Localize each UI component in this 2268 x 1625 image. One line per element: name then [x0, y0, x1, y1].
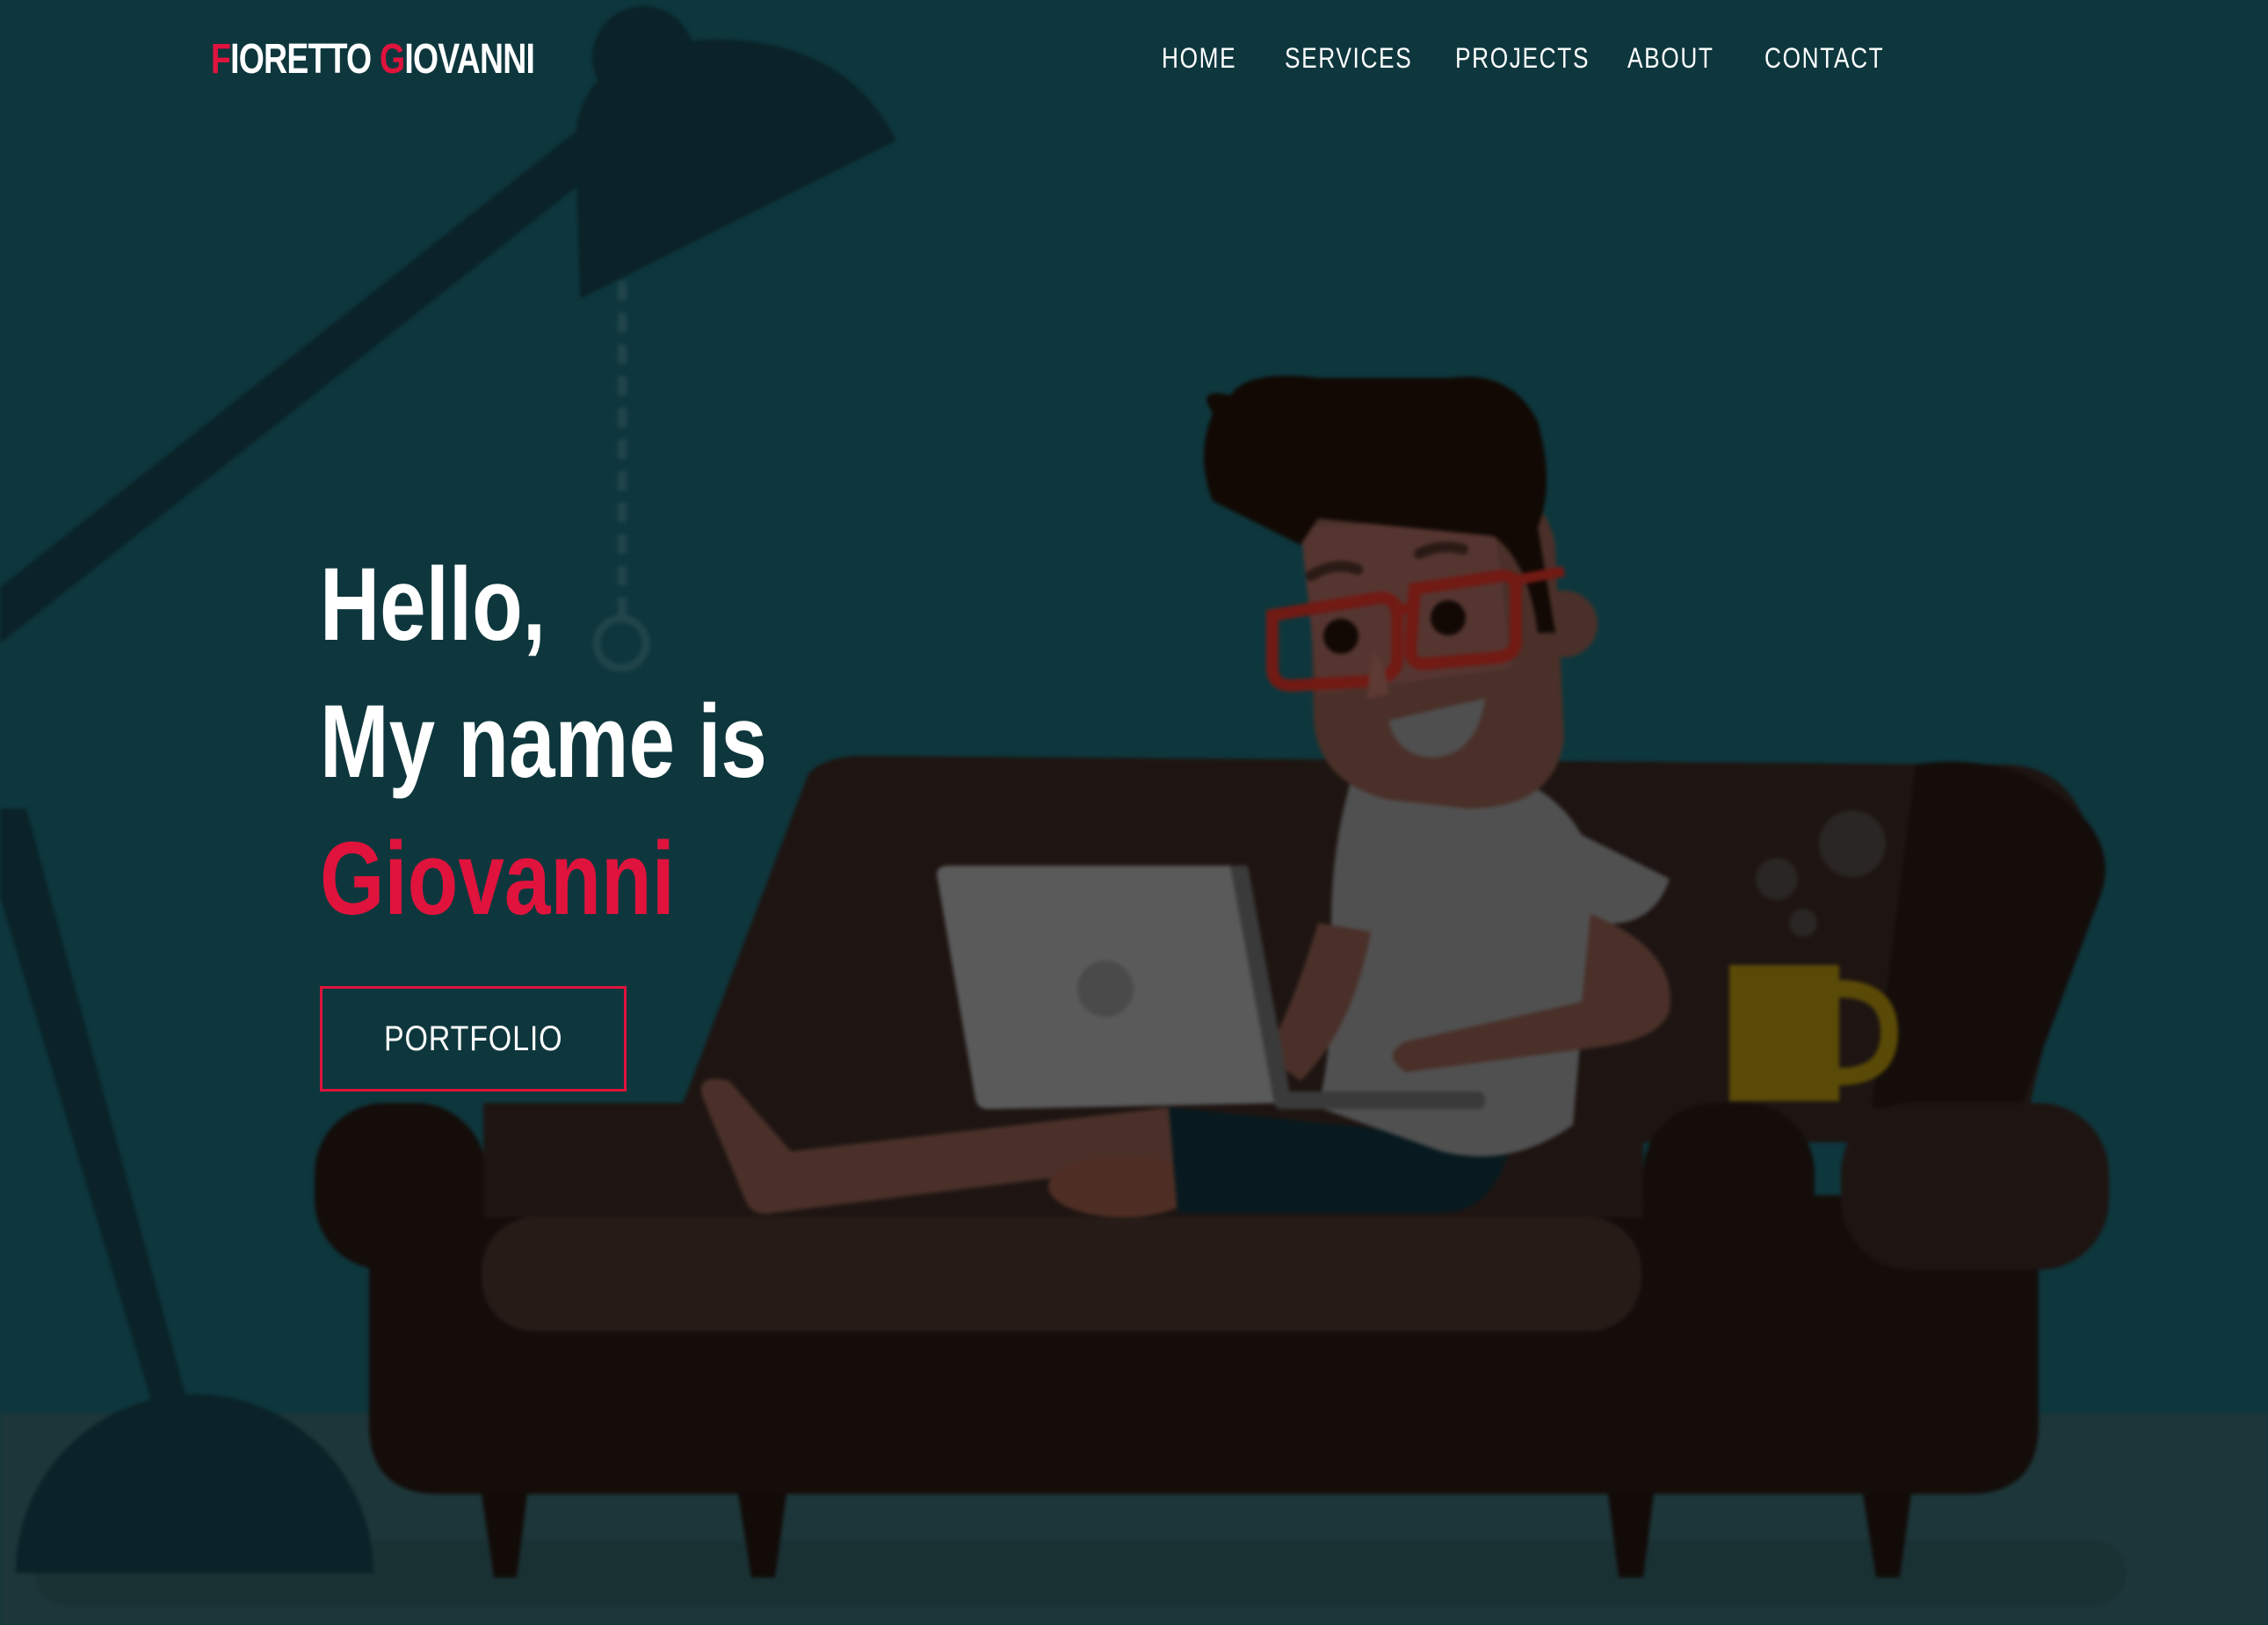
logo-last-initial: G — [379, 36, 405, 83]
hero-name: Giovanni — [320, 821, 675, 937]
nav-link-services[interactable]: SERVICES — [1285, 42, 1412, 75]
site-logo[interactable]: FIORETTO GIOVANNI — [211, 35, 535, 83]
hero-heading: Hello, My name is Giovanni — [320, 536, 879, 947]
hero-section: FIORETTO GIOVANNI HOME SERVICES PROJECTS… — [0, 0, 2268, 1625]
hero-intro: My name is — [320, 684, 767, 800]
portfolio-button-label: PORTFOLIO — [383, 1019, 563, 1058]
logo-last-rest: IOVANNI — [404, 36, 535, 83]
logo-first-initial: F — [211, 36, 231, 83]
logo-first-rest: IORETTO — [230, 36, 372, 83]
nav-link-home[interactable]: HOME — [1162, 42, 1236, 75]
nav-link-about[interactable]: ABOUT — [1627, 42, 1714, 75]
portfolio-button[interactable]: PORTFOLIO — [320, 986, 627, 1092]
nav-link-contact[interactable]: CONTACT — [1764, 42, 1884, 75]
hero-greeting: Hello, — [320, 547, 547, 663]
nav-link-projects[interactable]: PROJECTS — [1455, 42, 1590, 75]
navbar: FIORETTO GIOVANNI HOME SERVICES PROJECTS… — [0, 0, 2268, 123]
